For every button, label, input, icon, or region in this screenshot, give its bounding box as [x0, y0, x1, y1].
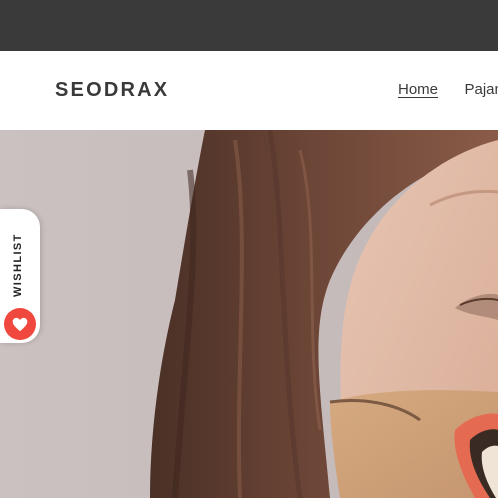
- announcement-bar: [0, 0, 498, 51]
- main-nav: Home Pajamas: [398, 81, 498, 99]
- wishlist-tab[interactable]: WISHLIST: [0, 209, 40, 343]
- nav-item-home[interactable]: Home: [398, 81, 438, 98]
- nav-item-pajamas[interactable]: Pajamas: [464, 81, 498, 98]
- logo[interactable]: SEODRAX: [55, 79, 169, 102]
- hero-banner[interactable]: [0, 130, 498, 498]
- wishlist-label: WISHLIST: [12, 233, 24, 297]
- hero-image: [0, 130, 498, 498]
- heart-icon[interactable]: [4, 308, 36, 340]
- site-header: SEODRAX Home Pajamas: [0, 51, 498, 130]
